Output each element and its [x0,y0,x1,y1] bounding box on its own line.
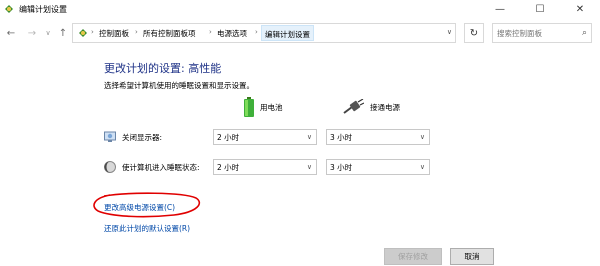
search-box[interactable]: ⌕ [492,23,592,43]
plugged-in-column-header: 接通电源 [342,96,400,118]
turn-off-display-text: 关闭显示器: [122,132,163,142]
breadcrumb-edit-plan[interactable]: 编辑计划设置 [261,25,314,41]
page-description: 选择希望计算机使用的睡眠设置和显示设置。 [104,81,254,90]
chevron-down-icon: ∨ [45,29,51,37]
sleep-moon-icon [104,161,116,173]
chevron-down-icon: ∨ [306,133,312,141]
window-title: 编辑计划设置 [19,5,67,14]
search-icon[interactable]: ⌕ [582,28,587,38]
breadcrumb-separator-icon: › [91,28,94,36]
battery-column-header: 用电池 [244,96,283,118]
search-input[interactable] [497,27,573,40]
minimize-icon: — [495,4,505,15]
up-button[interactable]: ↑ [56,26,70,40]
breadcrumb-power-options[interactable]: 电源选项 [217,28,247,39]
close-button[interactable]: ✕ [560,0,600,19]
display-battery-value: 2 小时 [217,132,240,142]
minimize-button[interactable]: — [480,0,520,19]
restore-defaults-link[interactable]: 还原此计划的默认设置(R) [104,223,190,234]
battery-column-label: 用电池 [260,102,283,112]
cancel-button[interactable]: 取消 [450,248,494,265]
chevron-down-icon: ∨ [306,163,312,171]
breadcrumb-separator-icon: › [255,28,258,36]
display-plugged-select[interactable]: 3 小时 ∨ [326,129,430,145]
up-arrow-icon: ↑ [58,27,68,39]
page-title: 更改计划的设置: 高性能 [104,62,222,75]
chevron-down-icon: ∨ [419,163,425,171]
navigation-bar: ← → ∨ ↑ › 控制面板 › 所有控制面板项 › 电源选项 › 编辑计划设置… [0,19,600,47]
recent-locations-button[interactable]: ∨ [44,26,52,40]
maximize-icon: ☐ [535,4,545,15]
sleep-label: 使计算机进入睡眠状态: [104,161,200,173]
breadcrumb-control-panel[interactable]: 控制面板 [99,28,129,39]
refresh-icon: ↻ [469,27,479,39]
control-panel-app-icon [5,5,13,13]
address-bar[interactable]: › 控制面板 › 所有控制面板项 › 电源选项 › 编辑计划设置 ∨ [72,23,456,43]
red-annotation-circle [93,192,201,218]
display-icon [104,131,116,142]
sleep-battery-value: 2 小时 [217,162,240,172]
display-battery-select[interactable]: 2 小时 ∨ [213,129,317,145]
refresh-button[interactable]: ↻ [464,23,484,43]
turn-off-display-label: 关闭显示器: [104,131,162,143]
back-button[interactable]: ← [4,26,18,40]
breadcrumb-all-items[interactable]: 所有控制面板项 [143,28,196,39]
chevron-down-icon: ∨ [419,133,425,141]
display-plugged-value: 3 小时 [330,132,353,142]
sleep-text: 使计算机进入睡眠状态: [122,162,200,172]
breadcrumb-separator-icon: › [135,28,138,36]
save-changes-button[interactable]: 保存修改 [384,248,442,265]
forward-button[interactable]: → [25,26,39,40]
plugged-in-column-label: 接通电源 [370,102,400,112]
power-plug-icon [343,99,364,114]
battery-icon [244,97,254,117]
control-panel-icon [79,29,87,37]
forward-arrow-icon: → [27,27,37,39]
maximize-button[interactable]: ☐ [520,0,560,19]
chevron-down-icon[interactable]: ∨ [447,28,452,36]
sleep-plugged-select[interactable]: 3 小时 ∨ [326,159,430,175]
back-arrow-icon: ← [6,27,16,39]
breadcrumb-separator-icon: › [209,28,212,36]
sleep-plugged-value: 3 小时 [330,162,353,172]
title-bar: 编辑计划设置 — ☐ ✕ [0,0,600,19]
close-icon: ✕ [575,4,585,15]
sleep-battery-select[interactable]: 2 小时 ∨ [213,159,317,175]
